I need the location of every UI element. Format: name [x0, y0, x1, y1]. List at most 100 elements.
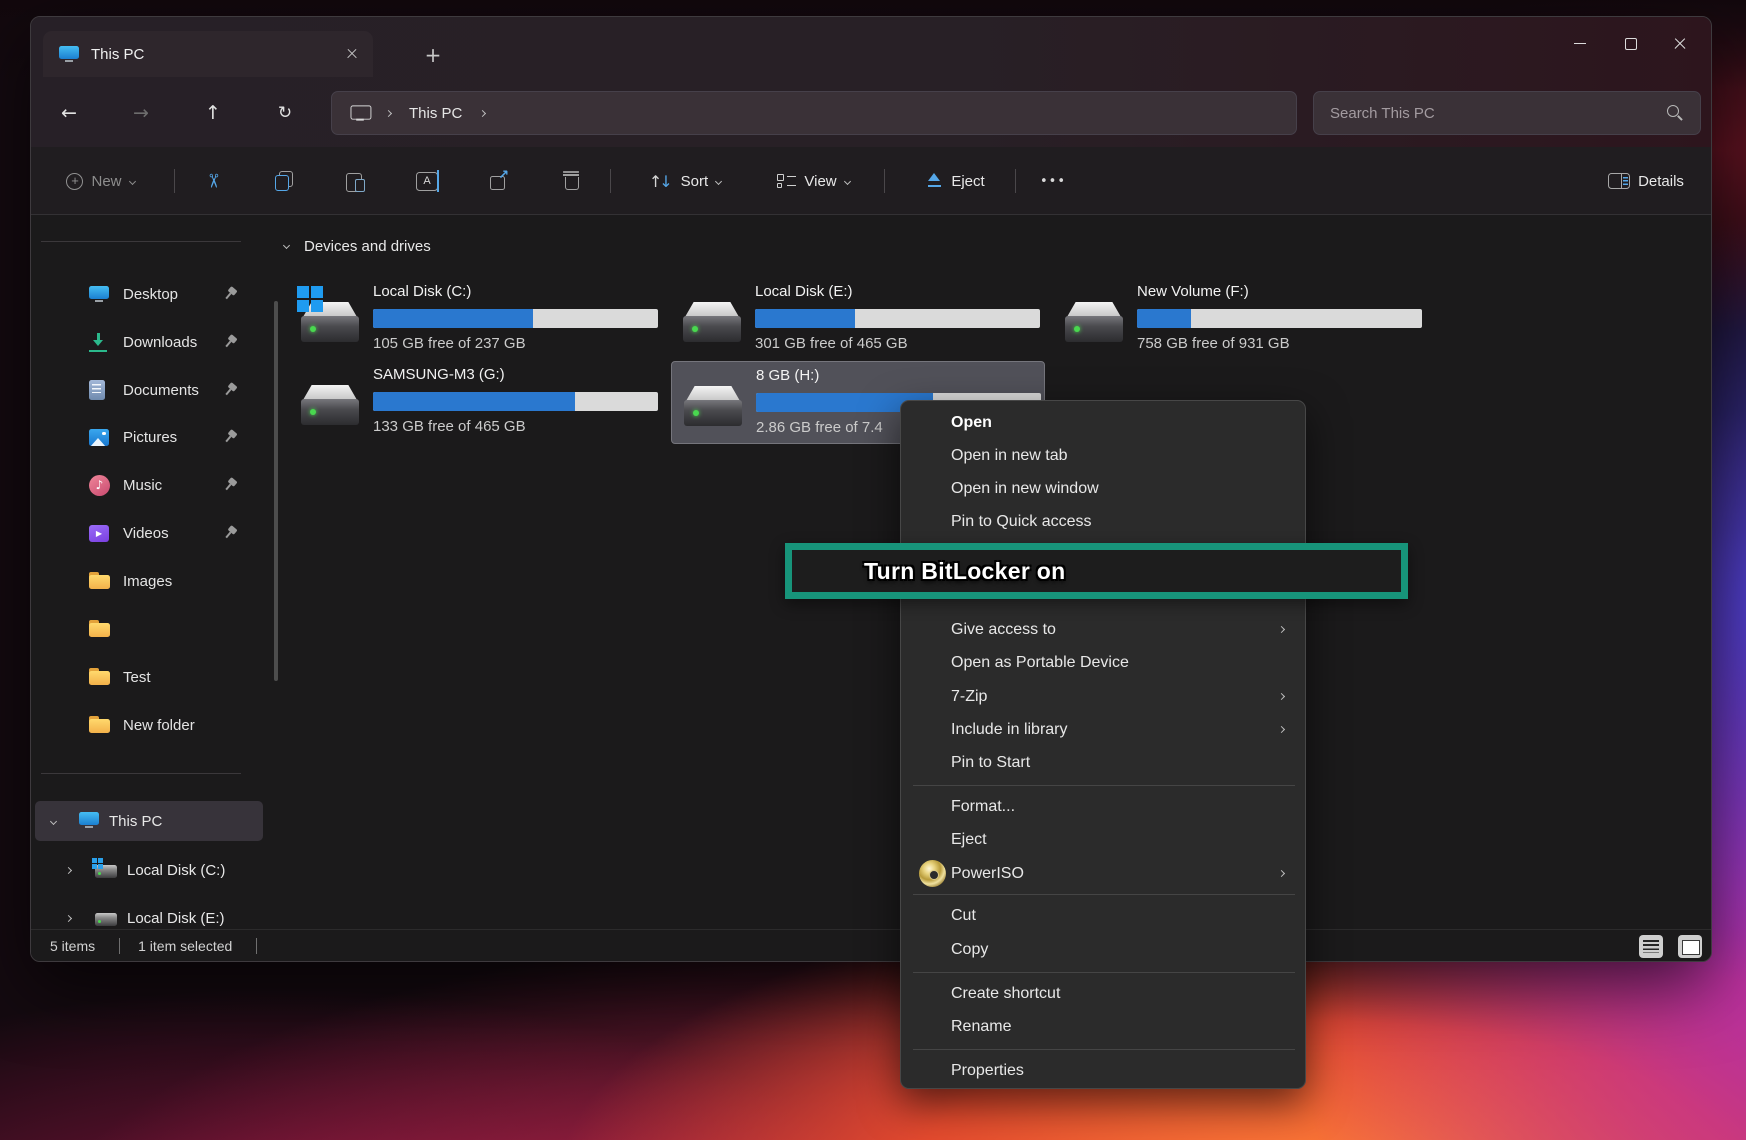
chevron-right-icon[interactable] [65, 914, 72, 921]
search-box[interactable] [1313, 91, 1701, 135]
share-button[interactable]: ↗ [477, 159, 521, 203]
sidebar-item-music[interactable]: ♪ Music [35, 465, 263, 505]
hard-drive-icon [683, 302, 741, 344]
copy-icon [274, 171, 294, 191]
view-button[interactable]: View [761, 159, 866, 203]
pictures-icon [89, 429, 109, 446]
menu-item-give-access-to[interactable]: Give access to [906, 613, 1302, 646]
drive-free-space: 105 GB free of 237 GB [373, 335, 658, 352]
menu-item-pin-to-start[interactable]: Pin to Start [906, 746, 1302, 779]
menu-item-format[interactable]: Format... [906, 790, 1302, 823]
eject-icon [925, 172, 943, 190]
hard-drive-icon [301, 385, 359, 427]
menu-item-include-in-library[interactable]: Include in library [906, 713, 1302, 746]
drive-name: New Volume (F:) [1137, 283, 1422, 305]
chevron-right-icon[interactable] [65, 866, 72, 873]
chevron-down-icon[interactable] [50, 817, 57, 824]
up-button[interactable]: ↑ [193, 93, 233, 133]
hard-drive-icon [301, 302, 359, 344]
rename-button[interactable]: A [405, 159, 449, 203]
menu-item-open-in-new-window[interactable]: Open in new window [906, 472, 1302, 505]
sidebar-item-documents[interactable]: Documents [35, 370, 263, 410]
details-pane-icon [1608, 173, 1630, 189]
drive-name: Local Disk (E:) [755, 283, 1040, 305]
drive-name: Local Disk (C:) [373, 283, 658, 305]
new-button[interactable]: + New [50, 159, 151, 203]
more-options-button[interactable]: ••• [1031, 159, 1075, 203]
tab-close-icon[interactable] [339, 41, 365, 67]
search-input[interactable] [1314, 105, 1664, 122]
details-view-toggle[interactable] [1639, 935, 1663, 958]
copy-button[interactable] [262, 159, 306, 203]
folder-icon [89, 716, 110, 734]
menu-item-7-zip[interactable]: 7-Zip [906, 680, 1302, 713]
section-collapse-icon[interactable] [283, 242, 290, 249]
menu-item-rename[interactable]: Rename [906, 1010, 1302, 1043]
drive-free-space: 758 GB free of 931 GB [1137, 335, 1422, 352]
sidebar-item-local-disk-c[interactable]: Local Disk (C:) [35, 851, 263, 889]
menu-item-open-as-portable-device[interactable]: Open as Portable Device [906, 646, 1302, 679]
forward-button[interactable]: → [121, 93, 161, 133]
menu-item-poweriso[interactable]: PowerISO [906, 857, 1302, 890]
sort-arrows-icon: ↑↓ [649, 172, 673, 191]
cut-icon: ✂ [202, 173, 224, 189]
folder-icon [89, 620, 110, 638]
maximize-button[interactable] [1605, 21, 1655, 65]
chevron-down-icon [128, 177, 135, 184]
eject-button[interactable]: Eject [907, 159, 1003, 203]
sidebar-item-folder[interactable] [35, 609, 263, 649]
pin-icon [220, 523, 240, 543]
menu-item-eject[interactable]: Eject [906, 823, 1302, 856]
menu-item-properties[interactable]: Properties [906, 1054, 1302, 1087]
delete-button[interactable] [549, 159, 593, 203]
breadcrumb-this-pc[interactable]: This PC [409, 105, 462, 122]
new-tab-button[interactable]: + [416, 39, 450, 71]
cut-button[interactable]: ✂ [191, 159, 235, 203]
menu-item-open-in-new-tab[interactable]: Open in new tab [906, 439, 1302, 472]
close-button[interactable] [1655, 21, 1705, 65]
back-button[interactable]: ← [49, 93, 89, 133]
breadcrumb-chevron-icon [479, 109, 486, 116]
paste-button[interactable] [333, 159, 377, 203]
sidebar-item-pictures[interactable]: Pictures [35, 417, 263, 457]
sort-button[interactable]: ↑↓ Sort [635, 159, 735, 203]
search-icon[interactable] [1664, 102, 1686, 124]
large-icons-view-toggle[interactable] [1678, 935, 1702, 958]
details-button[interactable]: Details [1596, 159, 1696, 203]
downloads-arrow-icon [89, 333, 107, 352]
minimize-button[interactable] [1555, 21, 1605, 65]
tab-this-pc[interactable]: This PC [43, 31, 373, 77]
sidebar-item-desktop[interactable]: Desktop [35, 274, 263, 314]
drive-samsung-m3-g[interactable]: SAMSUNG-M3 (G:) 133 GB free of 465 GB [289, 361, 663, 444]
desktop-monitor-icon [89, 285, 109, 304]
drive-new-volume-f[interactable]: New Volume (F:) 758 GB free of 931 GB [1053, 278, 1427, 361]
menu-item-pin-to-quick-access[interactable]: Pin to Quick access [906, 505, 1302, 538]
refresh-button[interactable]: ↻ [265, 93, 305, 133]
view-grid-icon [777, 173, 796, 190]
drive-local-disk-c[interactable]: Local Disk (C:) 105 GB free of 237 GB [289, 278, 663, 361]
poweriso-disc-icon [919, 860, 946, 887]
titlebar: This PC + ← → ↑ ↻ This PC [31, 17, 1711, 147]
menu-item-open[interactable]: Open [906, 406, 1302, 439]
sidebar-item-videos[interactable]: ▶ Videos [35, 513, 263, 553]
section-header[interactable]: Devices and drives [304, 238, 431, 255]
drive-local-disk-e[interactable]: Local Disk (E:) 301 GB free of 465 GB [671, 278, 1045, 361]
folder-icon [89, 668, 110, 686]
videos-icon: ▶ [89, 525, 109, 542]
windows-logo-icon [297, 286, 323, 312]
this-pc-monitor-icon [79, 811, 99, 830]
menu-item-create-shortcut[interactable]: Create shortcut [906, 977, 1302, 1010]
address-bar[interactable]: This PC [331, 91, 1297, 135]
sidebar-scrollbar[interactable] [274, 301, 278, 681]
sidebar-item-new-folder[interactable]: New folder [35, 705, 263, 745]
menu-item-copy[interactable]: Copy [906, 933, 1302, 966]
plus-circle-icon: + [66, 173, 83, 190]
sidebar-item-images[interactable]: Images [35, 561, 263, 601]
menu-item-turn-bitlocker-on[interactable]: Turn BitLocker on [864, 558, 1065, 585]
menu-item-cut[interactable]: Cut [906, 899, 1302, 932]
sidebar-item-downloads[interactable]: Downloads [35, 322, 263, 362]
sidebar-item-this-pc[interactable]: This PC [35, 801, 263, 841]
drive-icon [95, 913, 117, 926]
context-menu: Open Open in new tab Open in new window … [900, 400, 1306, 1089]
sidebar-item-test[interactable]: Test [35, 657, 263, 697]
